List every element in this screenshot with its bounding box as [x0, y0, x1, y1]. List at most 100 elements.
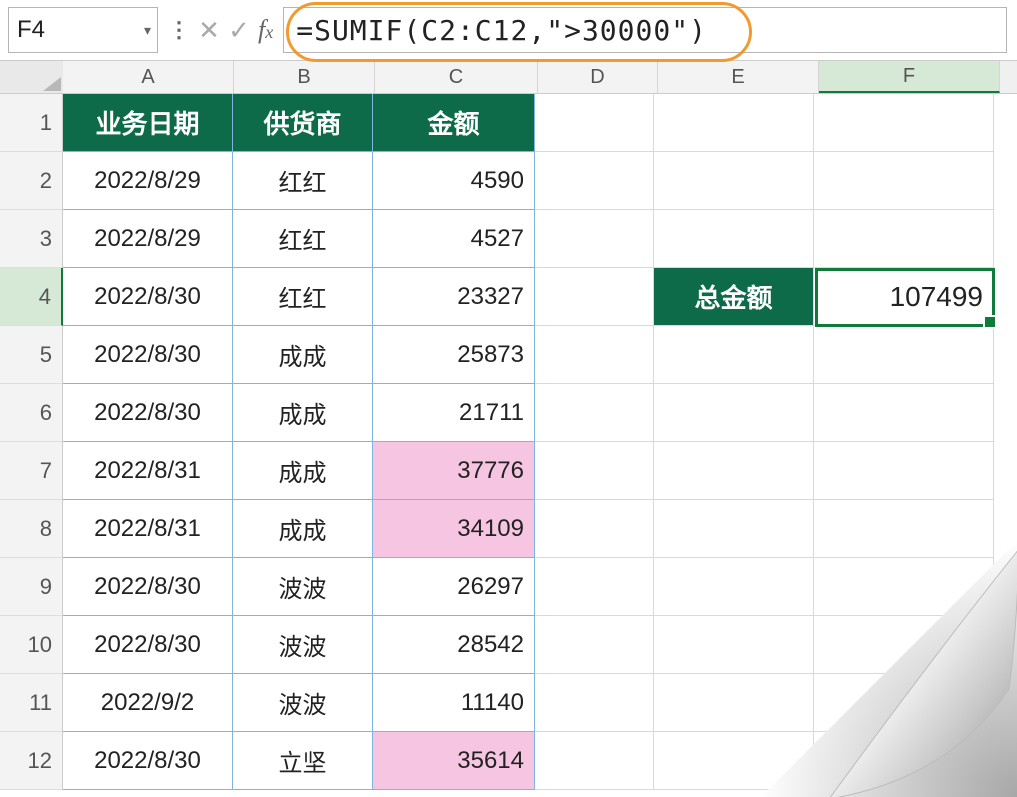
cell-A8[interactable]: 2022/8/31 [63, 500, 233, 558]
cell-D11[interactable] [535, 674, 654, 732]
cell-B3[interactable]: 红红 [233, 210, 373, 268]
cell-F3[interactable] [814, 210, 994, 268]
col-header-A[interactable]: A [63, 61, 234, 93]
cell-E5[interactable] [654, 326, 814, 384]
col-header-D[interactable]: D [538, 61, 658, 93]
accept-formula-icon[interactable]: ✓ [224, 15, 254, 46]
cell-A7[interactable]: 2022/8/31 [63, 442, 233, 500]
cell-F11[interactable] [814, 674, 994, 732]
cell-A1[interactable]: 业务日期 [63, 94, 233, 152]
formula-text: =SUMIF(C2:C12,">30000") [284, 14, 707, 47]
cell-D8[interactable] [535, 500, 654, 558]
cell-B10[interactable]: 波波 [233, 616, 373, 674]
cell-D1[interactable] [535, 94, 654, 152]
cell-A10[interactable]: 2022/8/30 [63, 616, 233, 674]
cell-B4[interactable]: 红红 [233, 268, 373, 326]
cell-A3[interactable]: 2022/8/29 [63, 210, 233, 268]
cell-C4[interactable]: 23327 [373, 268, 535, 326]
cell-F8[interactable] [814, 500, 994, 558]
name-box-dropdown-icon[interactable]: ▾ [144, 22, 151, 39]
cell-D12[interactable] [535, 732, 654, 790]
row-header-3[interactable]: 3 [0, 210, 63, 268]
cell-C3[interactable]: 4527 [373, 210, 535, 268]
row-header-7[interactable]: 7 [0, 442, 63, 500]
cell-B12[interactable]: 立坚 [233, 732, 373, 790]
cell-A9[interactable]: 2022/8/30 [63, 558, 233, 616]
cell-D7[interactable] [535, 442, 654, 500]
cell-D9[interactable] [535, 558, 654, 616]
row-header-12[interactable]: 12 [0, 732, 63, 790]
cell-C12[interactable]: 35614 [373, 732, 535, 790]
cell-C8[interactable]: 34109 [373, 500, 535, 558]
table-row: 8 2022/8/31 成成 34109 [0, 500, 1017, 558]
cell-A4[interactable]: 2022/8/30 [63, 268, 233, 326]
col-header-F[interactable]: F [819, 61, 1000, 93]
cell-A5[interactable]: 2022/8/30 [63, 326, 233, 384]
cell-E11[interactable] [654, 674, 814, 732]
cell-E9[interactable] [654, 558, 814, 616]
cell-B11[interactable]: 波波 [233, 674, 373, 732]
cancel-formula-icon[interactable]: ✕ [194, 15, 224, 46]
cell-E3[interactable] [654, 210, 814, 268]
row-header-1[interactable]: 1 [0, 94, 63, 152]
cell-C11[interactable]: 11140 [373, 674, 535, 732]
cell-A6[interactable]: 2022/8/30 [63, 384, 233, 442]
table-row: 2 2022/8/29 红红 4590 [0, 152, 1017, 210]
row-header-6[interactable]: 6 [0, 384, 63, 442]
cell-E2[interactable] [654, 152, 814, 210]
col-header-C[interactable]: C [375, 61, 538, 93]
cell-D6[interactable] [535, 384, 654, 442]
row-header-9[interactable]: 9 [0, 558, 63, 616]
row-header-11[interactable]: 11 [0, 674, 63, 732]
cell-F1[interactable] [814, 94, 994, 152]
cell-F4-total-value[interactable]: 107499 [814, 268, 994, 326]
cell-B1[interactable]: 供货商 [233, 94, 373, 152]
row-header-8[interactable]: 8 [0, 500, 63, 558]
cell-F10[interactable] [814, 616, 994, 674]
col-header-B[interactable]: B [234, 61, 375, 93]
cell-F5[interactable] [814, 326, 994, 384]
cell-E10[interactable] [654, 616, 814, 674]
cell-F2[interactable] [814, 152, 994, 210]
cell-D3[interactable] [535, 210, 654, 268]
cell-F9[interactable] [814, 558, 994, 616]
cell-F12[interactable] [814, 732, 994, 790]
formula-input[interactable]: =SUMIF(C2:C12,">30000") [283, 7, 1007, 53]
cell-D4[interactable] [535, 268, 654, 326]
cell-E8[interactable] [654, 500, 814, 558]
row-header-5[interactable]: 5 [0, 326, 63, 384]
cell-C10[interactable]: 28542 [373, 616, 535, 674]
cell-B6[interactable]: 成成 [233, 384, 373, 442]
cell-F6[interactable] [814, 384, 994, 442]
cell-E12[interactable] [654, 732, 814, 790]
cell-C1[interactable]: 金额 [373, 94, 535, 152]
cell-B2[interactable]: 红红 [233, 152, 373, 210]
cell-B7[interactable]: 成成 [233, 442, 373, 500]
cell-B9[interactable]: 波波 [233, 558, 373, 616]
cell-B8[interactable]: 成成 [233, 500, 373, 558]
cell-E7[interactable] [654, 442, 814, 500]
cell-B5[interactable]: 成成 [233, 326, 373, 384]
cell-C2[interactable]: 4590 [373, 152, 535, 210]
cell-E1[interactable] [654, 94, 814, 152]
cell-A12[interactable]: 2022/8/30 [63, 732, 233, 790]
fx-icon[interactable]: fx [258, 15, 273, 45]
select-all-corner[interactable] [0, 61, 63, 93]
cell-C7[interactable]: 37776 [373, 442, 535, 500]
cell-E6[interactable] [654, 384, 814, 442]
cell-D10[interactable] [535, 616, 654, 674]
cell-F7[interactable] [814, 442, 994, 500]
col-header-E[interactable]: E [658, 61, 819, 93]
row-header-2[interactable]: 2 [0, 152, 63, 210]
row-header-4[interactable]: 4 [0, 268, 63, 326]
cell-E4-total-label[interactable]: 总金额 [654, 268, 814, 326]
row-header-10[interactable]: 10 [0, 616, 63, 674]
cell-C5[interactable]: 25873 [373, 326, 535, 384]
cell-A11[interactable]: 2022/9/2 [63, 674, 233, 732]
cell-C9[interactable]: 26297 [373, 558, 535, 616]
name-box[interactable]: F4 ▾ [8, 7, 158, 53]
cell-C6[interactable]: 21711 [373, 384, 535, 442]
cell-D5[interactable] [535, 326, 654, 384]
cell-A2[interactable]: 2022/8/29 [63, 152, 233, 210]
cell-D2[interactable] [535, 152, 654, 210]
